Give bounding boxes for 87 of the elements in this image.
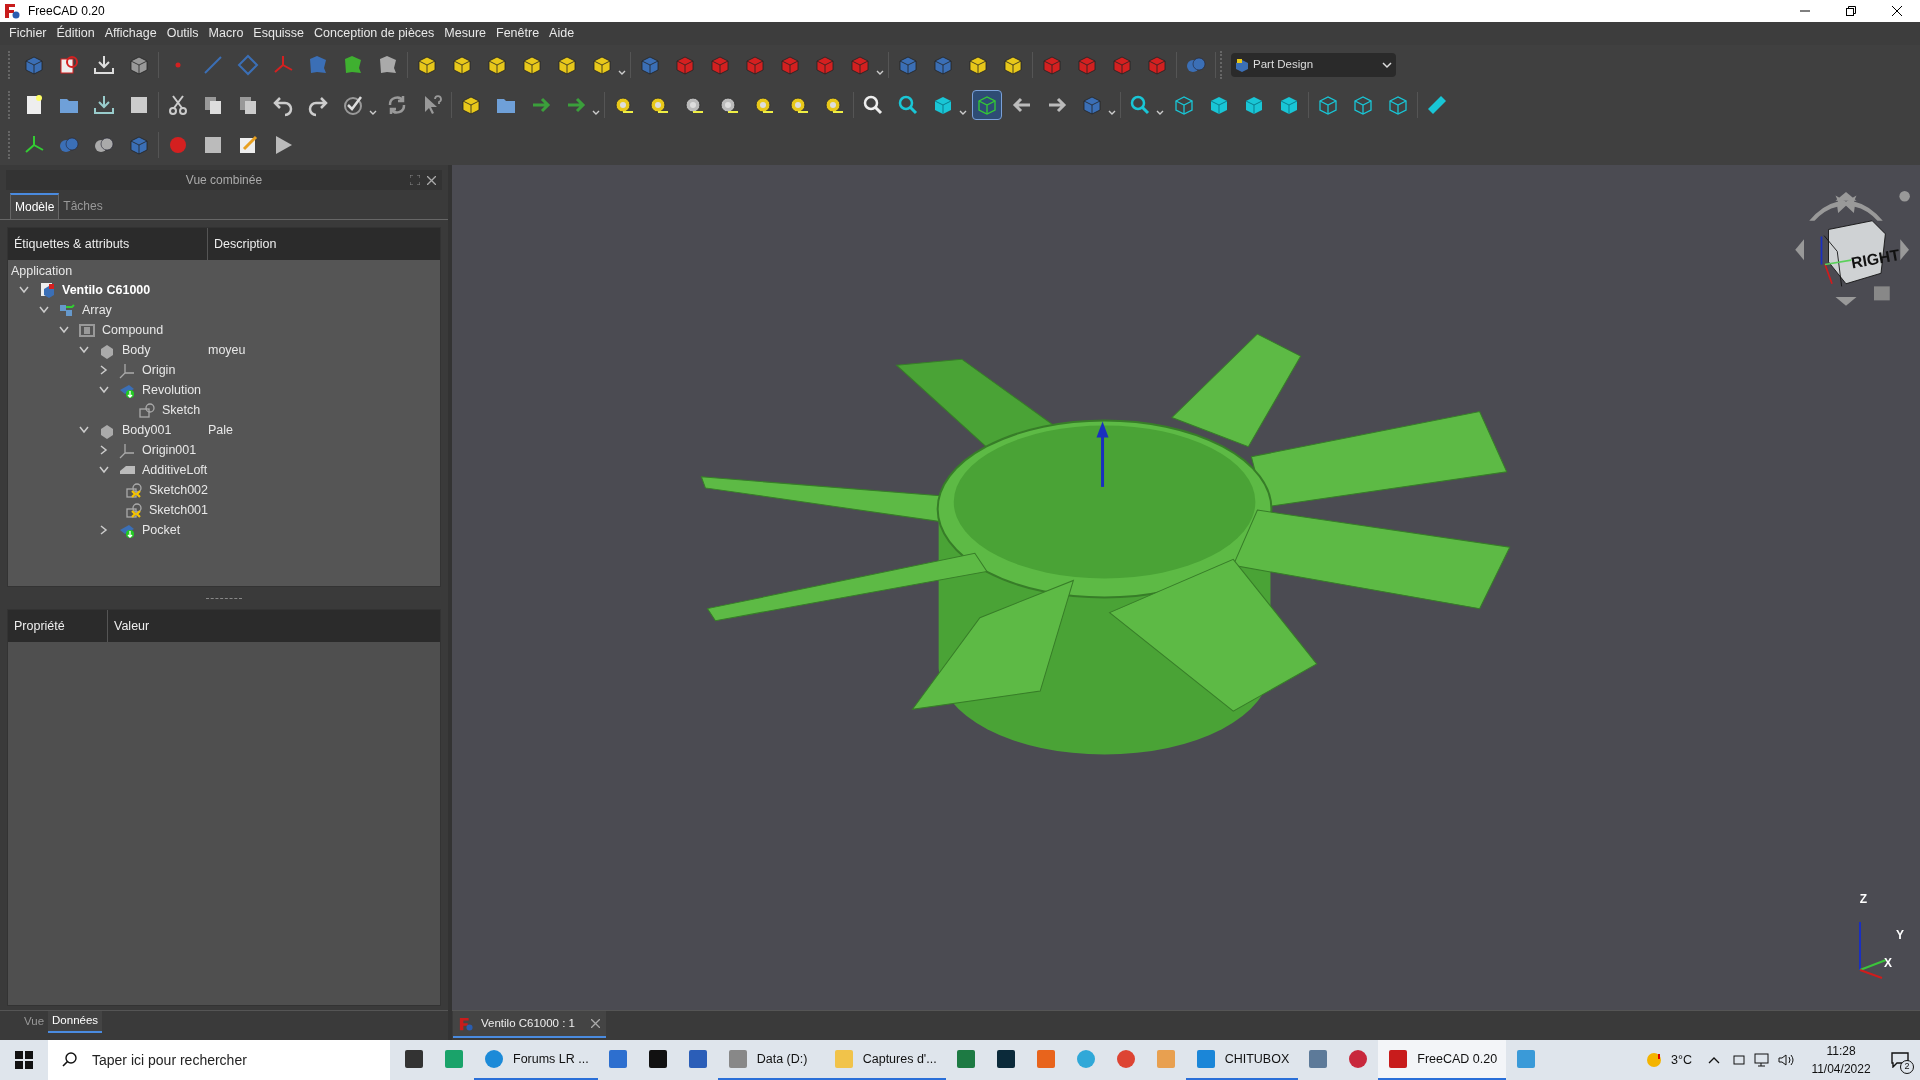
menu-item[interactable]: Macro bbox=[203, 24, 249, 43]
menu-item[interactable]: Aide bbox=[544, 24, 580, 43]
network-icon[interactable] bbox=[1754, 1053, 1770, 1067]
app-logo-icon bbox=[4, 3, 20, 19]
taskbar-app[interactable]: Data (D:) bbox=[717, 1040, 824, 1080]
tree-item[interactable]: Revolution bbox=[142, 380, 202, 400]
clock-time[interactable]: 11:28 bbox=[1826, 1042, 1856, 1060]
document-tab[interactable]: Ventilo C61000 : 1 bbox=[453, 1011, 606, 1038]
tree-item[interactable]: Origin001 bbox=[142, 440, 197, 460]
caret-icon[interactable] bbox=[618, 70, 626, 76]
window-title: FreeCAD 0.20 bbox=[28, 3, 105, 20]
taskbar-app[interactable]: Captures d'... bbox=[823, 1040, 946, 1080]
float-icon[interactable] bbox=[410, 175, 420, 185]
weather-temperature: 3°C bbox=[1671, 1051, 1692, 1069]
caret-icon[interactable] bbox=[959, 110, 967, 116]
menu-item[interactable]: Mesure bbox=[439, 24, 491, 43]
tree-item[interactable]: Body bbox=[122, 340, 151, 360]
menu-item[interactable]: Esquisse bbox=[248, 24, 310, 43]
column-header[interactable]: Valeur bbox=[108, 610, 440, 642]
caret-icon[interactable] bbox=[876, 70, 884, 76]
menu-item[interactable]: Conception de pièces bbox=[309, 24, 440, 43]
taskbar-app[interactable]: Forums LR ... bbox=[474, 1040, 598, 1080]
caret-icon[interactable] bbox=[369, 110, 377, 116]
tree-item[interactable]: Sketch001 bbox=[148, 500, 208, 520]
workbench-selector[interactable]: Part Design bbox=[1231, 53, 1396, 77]
notification-count: 2 bbox=[1900, 1060, 1914, 1074]
app-logo-icon bbox=[459, 1016, 473, 1031]
sketch-warning-icon bbox=[124, 481, 143, 499]
caret-icon[interactable] bbox=[592, 110, 600, 116]
search-field[interactable]: Taper ici pour rechercher bbox=[48, 1040, 390, 1080]
menu-item[interactable]: Édition bbox=[51, 24, 100, 43]
clock-date[interactable]: 11/04/2022 bbox=[1811, 1060, 1871, 1078]
sketch-warning-icon bbox=[124, 501, 143, 519]
caret-icon[interactable] bbox=[1108, 110, 1116, 116]
panel-title: Vue combinée bbox=[185, 172, 263, 189]
chevron-up-icon[interactable] bbox=[1708, 1056, 1720, 1064]
speaker-icon[interactable] bbox=[1778, 1053, 1794, 1067]
taskbar-app[interactable]: FreeCAD 0.20 bbox=[1378, 1040, 1507, 1080]
tree-item[interactable]: Sketch bbox=[162, 400, 201, 420]
origin-icon bbox=[118, 441, 136, 459]
tree-item[interactable]: AdditiveLoft bbox=[142, 460, 208, 480]
close-icon[interactable] bbox=[1892, 6, 1902, 16]
tree-item-description: moyeu bbox=[208, 341, 246, 359]
axis-label: X bbox=[1884, 955, 1892, 972]
tree-item[interactable]: Pocket bbox=[142, 520, 181, 540]
menu-item[interactable]: Fichier bbox=[4, 24, 52, 43]
caret-icon[interactable] bbox=[1156, 110, 1164, 116]
tree-item-description: Pale bbox=[208, 421, 234, 439]
z-axis-arrow bbox=[1096, 421, 1109, 487]
tree-item[interactable]: Origin bbox=[142, 360, 176, 380]
workbench-icon bbox=[1235, 58, 1249, 72]
dropdown-caret-icon bbox=[1382, 61, 1392, 69]
browser-icon bbox=[483, 1048, 505, 1070]
axis-label: Z bbox=[1859, 891, 1867, 908]
panel-tab[interactable]: Modèle bbox=[10, 193, 60, 219]
tree-item[interactable]: Compound bbox=[102, 320, 164, 340]
compound-icon bbox=[78, 321, 96, 339]
panel-tab[interactable]: Données bbox=[48, 1011, 103, 1033]
column-header[interactable]: Étiquettes & attributs bbox=[8, 228, 208, 260]
search-icon bbox=[62, 1052, 78, 1068]
restore-icon[interactable] bbox=[1846, 6, 1856, 16]
taskbar-app[interactable]: CHITUBOX bbox=[1185, 1040, 1299, 1080]
menu-item[interactable]: Outils bbox=[161, 24, 204, 43]
tree-item[interactable]: Ventilo C61000 bbox=[62, 280, 151, 300]
3d-viewport[interactable]: RIGHT Z Y X bbox=[452, 165, 1920, 1010]
weather-icon bbox=[1645, 1051, 1663, 1069]
origin-icon bbox=[118, 361, 136, 379]
array-icon bbox=[58, 301, 76, 319]
box-select-icon[interactable] bbox=[972, 90, 1002, 120]
axis-label: Y bbox=[1896, 927, 1904, 944]
tree-item[interactable]: Array bbox=[82, 300, 112, 320]
column-header[interactable]: Propriété bbox=[8, 610, 108, 642]
panel-tab[interactable]: Tâches bbox=[59, 193, 107, 219]
sketch-icon bbox=[138, 401, 156, 419]
menu-item[interactable]: Affichage bbox=[99, 24, 162, 43]
tree-item[interactable]: Body001 bbox=[122, 420, 172, 440]
menu-item[interactable]: Fenêtre bbox=[491, 24, 545, 43]
windows-logo-icon[interactable] bbox=[15, 1051, 33, 1069]
notification-icon bbox=[1891, 1052, 1909, 1068]
column-header[interactable]: Description bbox=[208, 228, 440, 260]
navigation-cube[interactable]: RIGHT bbox=[1776, 177, 1916, 317]
document-icon bbox=[38, 281, 56, 299]
tree-item[interactable]: Sketch002 bbox=[148, 480, 208, 500]
app-icon bbox=[443, 1048, 465, 1070]
panel-tab[interactable]: Vue bbox=[20, 1011, 49, 1033]
notification-button[interactable]: 2 bbox=[1880, 1040, 1920, 1080]
tree-section-label: Application bbox=[10, 263, 74, 280]
